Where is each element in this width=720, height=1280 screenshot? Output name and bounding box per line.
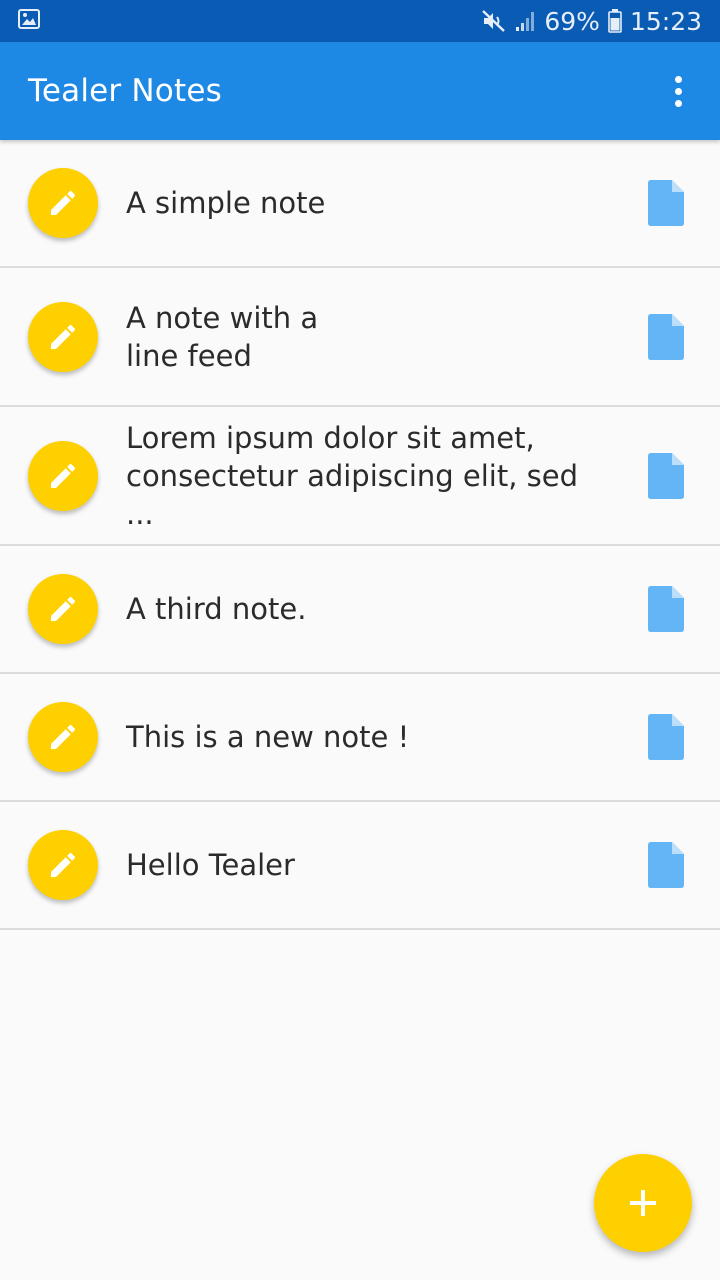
note-item[interactable]: This is a new note ! [0, 674, 720, 802]
note-text: Lorem ipsum dolor sit amet, consectetur … [126, 420, 579, 531]
note-item[interactable]: A third note. [0, 546, 720, 674]
mute-icon [482, 10, 506, 32]
document-icon[interactable] [648, 452, 684, 499]
note-text: A simple note [126, 186, 326, 220]
note-item[interactable]: A note with a line feed [0, 268, 720, 407]
status-bar: 69% 15:23 [0, 0, 720, 42]
app-bar: Tealer Notes [0, 42, 720, 140]
document-icon[interactable] [648, 313, 684, 360]
note-list: A simple note A note with a line feed Lo… [0, 140, 720, 930]
pencil-icon[interactable] [28, 168, 98, 238]
pencil-icon[interactable] [28, 574, 98, 644]
pencil-icon[interactable] [28, 301, 98, 372]
pencil-icon[interactable] [28, 702, 98, 772]
note-text: This is a new note ! [126, 720, 410, 754]
screen: 69% 15:23 Tealer Notes A simple note A n… [0, 0, 720, 1280]
more-vert-icon[interactable] [658, 63, 698, 119]
battery-icon [608, 9, 622, 33]
clock: 15:23 [629, 6, 702, 36]
note-text: A note with a line feed [126, 300, 319, 373]
pencil-icon[interactable] [28, 830, 98, 900]
note-text: Hello Tealer [126, 848, 295, 882]
document-icon[interactable] [648, 586, 684, 632]
note-text: A third note. [126, 592, 307, 626]
add-note-button[interactable] [594, 1154, 692, 1252]
pencil-icon[interactable] [28, 440, 98, 511]
document-icon[interactable] [648, 180, 684, 226]
app-title: Tealer Notes [28, 73, 222, 109]
plus-icon [630, 1190, 656, 1216]
document-icon[interactable] [648, 842, 684, 888]
note-item[interactable]: A simple note [0, 140, 720, 268]
battery-percent: 69% [544, 6, 600, 36]
image-icon [18, 9, 40, 33]
note-item[interactable]: Hello Tealer [0, 802, 720, 930]
document-icon[interactable] [648, 714, 684, 760]
note-item[interactable]: Lorem ipsum dolor sit amet, consectetur … [0, 407, 720, 546]
signal-icon [514, 10, 536, 32]
